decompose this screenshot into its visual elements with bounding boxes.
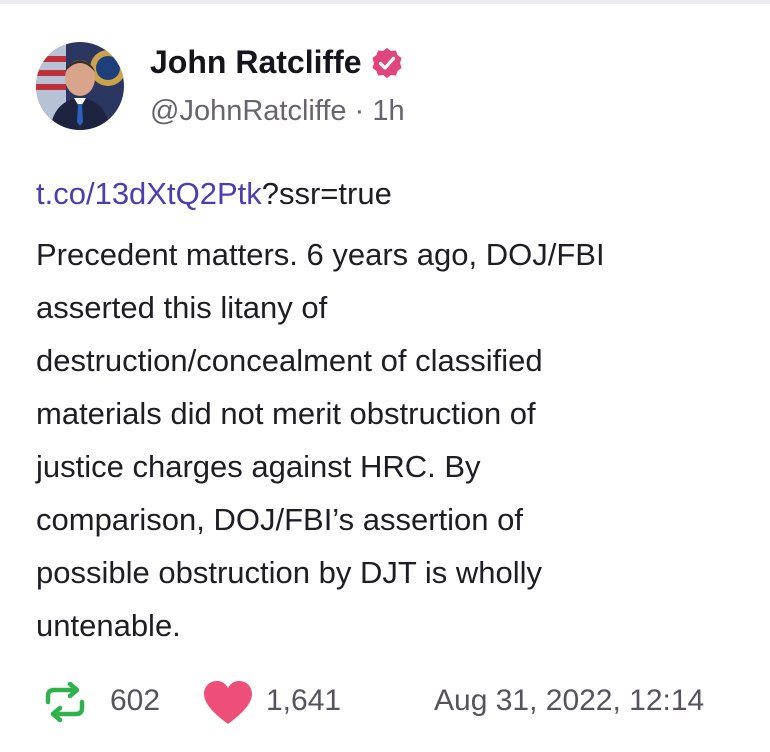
- post-link-suffix: ?ssr=true: [261, 176, 392, 211]
- post-body: Precedent matters. 6 years ago, DOJ/FBI …: [36, 237, 605, 643]
- retweet-icon[interactable]: [42, 682, 88, 722]
- author-name[interactable]: John Ratcliffe: [150, 44, 362, 81]
- avatar-image: [36, 42, 124, 130]
- retweet-count: 602: [110, 684, 161, 717]
- post-link[interactable]: t.co/13dXtQ2Ptk: [36, 176, 262, 211]
- handle-row: @JohnRatcliffe · 1h: [150, 95, 405, 128]
- author-handle[interactable]: @JohnRatcliffe: [150, 95, 347, 127]
- like-count: 1,641: [266, 684, 342, 717]
- post-timestamp: Aug 31, 2022, 12:14: [434, 684, 705, 717]
- avatar[interactable]: [36, 42, 124, 130]
- top-divider: [0, 0, 770, 4]
- author-name-row[interactable]: John Ratcliffe: [150, 44, 404, 81]
- verified-badge-icon: [372, 47, 402, 78]
- post-age: 1h: [372, 95, 405, 127]
- heart-icon[interactable]: [202, 680, 254, 726]
- post-link-row: t.co/13dXtQ2Ptk?ssr=true: [36, 176, 392, 212]
- handle-separator: ·: [354, 95, 365, 127]
- post-footer: 602 1,641 Aug 31, 2022, 12:14: [42, 678, 742, 728]
